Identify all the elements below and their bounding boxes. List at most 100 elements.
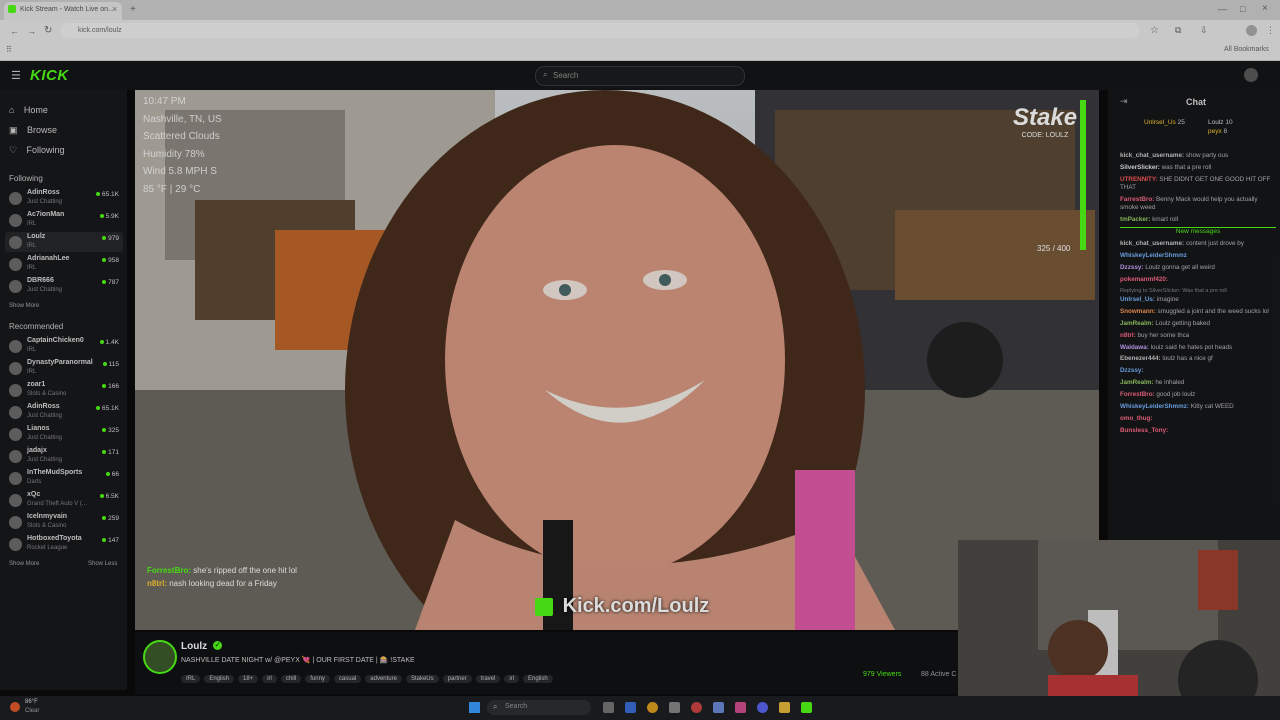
browser-tab[interactable]: Kick Stream - Watch Live on... × bbox=[4, 2, 122, 20]
tab-close-icon[interactable]: × bbox=[112, 4, 117, 14]
stream-tag[interactable]: adventure bbox=[365, 675, 402, 683]
channel-row[interactable]: xQc Grand Theft Auto V (... 6.5K bbox=[5, 490, 123, 510]
following-show-more[interactable]: Show More bbox=[9, 303, 39, 309]
chat-username[interactable]: Dzzssy: bbox=[1120, 264, 1143, 271]
channel-row[interactable]: AdrianahLee IRL 958 bbox=[5, 254, 123, 274]
download-icon[interactable]: ⇩ bbox=[1200, 25, 1208, 36]
profile-avatar[interactable] bbox=[1246, 25, 1257, 36]
weather-widget-icon[interactable] bbox=[10, 702, 20, 712]
nav-home[interactable]: ⌂ Home bbox=[9, 100, 48, 118]
channel-row[interactable]: Icelnmyvain Slots & Casino 259 bbox=[5, 512, 123, 532]
extensions-icon[interactable]: ⧉ bbox=[1175, 25, 1181, 36]
channel-row[interactable]: CaptainChicken0 IRL 1.4K bbox=[5, 336, 123, 356]
chat-message[interactable]: Waldawa: louiz said he hates pot heads bbox=[1120, 344, 1276, 352]
chat-message[interactable]: tmPacker: kmart roll bbox=[1120, 216, 1276, 224]
chat-username[interactable]: JamRealm: bbox=[1120, 379, 1154, 386]
taskbar-search[interactable]: ⌕ Search bbox=[487, 700, 591, 715]
chat-username[interactable]: JamRealm: bbox=[1120, 320, 1154, 327]
chat-username[interactable]: ForrestBro: bbox=[1120, 391, 1155, 398]
chat-username[interactable]: WhiskeyLeiderShmmz: bbox=[1120, 403, 1189, 410]
edge-icon[interactable] bbox=[625, 702, 636, 713]
chat-message[interactable]: JamRealm: Loulz getting baked bbox=[1120, 320, 1276, 328]
chat-message[interactable]: Snowmann: smuggled a joint and the weed … bbox=[1120, 308, 1276, 316]
chat-username[interactable]: kick_chat_username: bbox=[1120, 152, 1184, 159]
chat-message[interactable]: kick_chat_username: show party ous bbox=[1120, 152, 1276, 160]
chat-username[interactable]: Unlrsel_Us: bbox=[1120, 296, 1155, 303]
task-view-icon[interactable] bbox=[603, 702, 614, 713]
url-field[interactable]: kick.com/loulz bbox=[60, 23, 1140, 38]
chat-message[interactable]: Dzzssy: bbox=[1120, 367, 1276, 375]
chat-message[interactable]: pokemanmf420: bbox=[1120, 276, 1276, 284]
browser-menu-icon[interactable]: ⋮ bbox=[1266, 25, 1275, 36]
channel-row[interactable]: jadajx Just Chatting 171 bbox=[5, 446, 123, 466]
chat-message[interactable]: kick_chat_username: content just drove b… bbox=[1120, 240, 1276, 248]
video-player[interactable]: 10:47 PM Nashville, TN, US Scattered Clo… bbox=[135, 90, 1099, 630]
window-close-icon[interactable]: × bbox=[1262, 3, 1268, 14]
app-icon[interactable] bbox=[691, 702, 702, 713]
chat-username[interactable]: Dzzssy: bbox=[1120, 367, 1143, 374]
bookmark-star-icon[interactable]: ☆ bbox=[1150, 25, 1159, 36]
all-bookmarks-label[interactable]: All Bookmarks bbox=[1224, 46, 1269, 53]
channel-row[interactable]: HotboxedToyota Rocket League 147 bbox=[5, 534, 123, 554]
chat-username[interactable]: UTRENNITY: bbox=[1120, 176, 1158, 183]
chat-username[interactable]: FarrestBro: bbox=[1120, 196, 1154, 203]
chat-username[interactable]: tmPacker: bbox=[1120, 216, 1150, 223]
stream-tag[interactable]: English bbox=[204, 675, 235, 683]
stream-tag[interactable]: casual bbox=[333, 675, 362, 683]
collapse-chat-icon[interactable]: ⇥ bbox=[1120, 96, 1128, 107]
channel-row[interactable]: Loulz IRL 979 bbox=[5, 232, 123, 252]
chat-username[interactable]: SilverSlicker: bbox=[1120, 164, 1160, 171]
chat-message[interactable]: Dzzssy: Loulz gonna get all weird bbox=[1120, 264, 1276, 272]
hamburger-menu-icon[interactable]: ☰ bbox=[11, 69, 21, 82]
media-icon[interactable] bbox=[735, 702, 746, 713]
chat-message[interactable]: UTRENNITY: SHE DIDNT GET ONE GOOD HIT OF… bbox=[1120, 176, 1276, 192]
obs-icon[interactable] bbox=[801, 702, 812, 713]
new-tab-icon[interactable]: + bbox=[130, 4, 136, 15]
apps-grid-icon[interactable]: ⠿ bbox=[6, 45, 12, 54]
recommended-show-more[interactable]: Show More bbox=[9, 561, 39, 567]
chat-message[interactable]: SilverSlicker: was that a pre roll bbox=[1120, 164, 1276, 172]
channel-row[interactable]: AdinRoss Just Chatting 65.1K bbox=[5, 188, 123, 208]
forward-icon[interactable]: → bbox=[27, 26, 36, 36]
new-messages-divider[interactable]: New messages bbox=[1120, 227, 1276, 236]
search-input[interactable]: ⌕ Search bbox=[535, 66, 745, 86]
stream-tag[interactable]: 18+ bbox=[238, 675, 259, 683]
stream-tag[interactable]: irl bbox=[504, 675, 519, 683]
chat-message[interactable]: JamRealm: he inhaled bbox=[1120, 379, 1276, 387]
chat-message[interactable]: Ebenezer444: loulz has a nice gf bbox=[1120, 355, 1276, 363]
chat-username[interactable]: n8trl: bbox=[1120, 332, 1136, 339]
calculator-icon[interactable] bbox=[669, 702, 680, 713]
channel-row[interactable]: DynastyParanormal IRL 115 bbox=[5, 358, 123, 378]
channel-row[interactable]: AdinRoss Just Chatting 65.1K bbox=[5, 402, 123, 422]
user-avatar[interactable] bbox=[1244, 68, 1258, 82]
stream-tag[interactable]: chill bbox=[280, 675, 302, 683]
chat-username[interactable]: Waldawa: bbox=[1120, 344, 1149, 351]
discord-icon[interactable] bbox=[757, 702, 768, 713]
notepad-icon[interactable] bbox=[713, 702, 724, 713]
nav-following[interactable]: ♡ Following bbox=[9, 140, 65, 158]
stream-tag[interactable]: irl bbox=[262, 675, 277, 683]
minimize-icon[interactable]: — bbox=[1218, 4, 1227, 14]
chat-username[interactable]: Snowmann: bbox=[1120, 308, 1156, 315]
chat-message[interactable]: Bunsless_Tony: bbox=[1120, 427, 1276, 435]
channel-row[interactable]: Lianos Just Chatting 325 bbox=[5, 424, 123, 444]
stream-tag[interactable]: StakeUs bbox=[405, 675, 439, 683]
streamer-avatar[interactable] bbox=[143, 640, 177, 674]
chat-message[interactable]: n8trl: buy her some thca bbox=[1120, 332, 1276, 340]
stream-tag[interactable]: IRL bbox=[181, 675, 201, 683]
chat-message[interactable]: WhiskeyLeiderShmmz bbox=[1120, 252, 1276, 260]
chrome-icon[interactable] bbox=[647, 702, 658, 713]
stream-tag[interactable]: partner bbox=[442, 675, 472, 683]
chat-message[interactable]: Unlrsel_Us: imagine bbox=[1120, 296, 1276, 304]
channel-row[interactable]: DBR666 Just Chatting 787 bbox=[5, 276, 123, 296]
chat-message[interactable]: omo_thug: bbox=[1120, 415, 1276, 423]
chat-username[interactable]: omo_thug: bbox=[1120, 415, 1153, 422]
stream-tag[interactable]: English bbox=[523, 675, 553, 683]
recommended-show-less[interactable]: Show Less bbox=[88, 561, 117, 567]
reload-icon[interactable]: ↻ bbox=[44, 25, 52, 36]
streamer-name[interactable]: Loulz bbox=[181, 641, 207, 652]
channel-row[interactable]: Ac7ionMan IRL 5.9K bbox=[5, 210, 123, 230]
maximize-icon[interactable]: □ bbox=[1240, 4, 1245, 14]
chat-username[interactable]: pokemanmf420: bbox=[1120, 276, 1168, 283]
file-explorer-icon[interactable] bbox=[779, 702, 790, 713]
